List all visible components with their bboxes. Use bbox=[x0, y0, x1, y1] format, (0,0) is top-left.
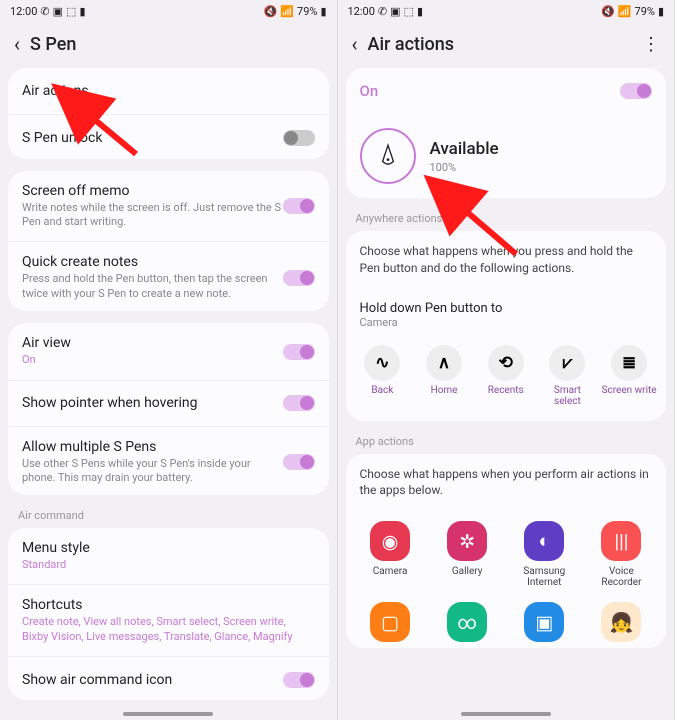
notif-icon: ⬚ bbox=[404, 5, 414, 18]
anywhere-description: Choose what happens when you press and h… bbox=[346, 231, 667, 289]
app-actions-description: Choose what happens when you perform air… bbox=[346, 454, 667, 512]
battery-pct-label: 100% bbox=[430, 161, 499, 174]
toggle-air-view[interactable] bbox=[283, 344, 315, 360]
app-icon: ∞ bbox=[447, 602, 487, 642]
row-air-view[interactable]: Air view On bbox=[8, 323, 329, 379]
back-gesture-icon: ∿ bbox=[364, 345, 400, 381]
status-bar: 12:00 ✆ ▣ ⬚ ▮ 🔇 📶 79% ▮ bbox=[0, 0, 337, 22]
mute-icon: 🔇 bbox=[264, 5, 278, 18]
toggle-show-pointer[interactable] bbox=[283, 395, 315, 411]
app-icon: 👧 bbox=[601, 602, 641, 642]
bar-icon: ▮ bbox=[417, 5, 423, 18]
action-back[interactable]: ∿Back bbox=[354, 345, 410, 407]
toggle-allow-multiple[interactable] bbox=[283, 454, 315, 470]
notif-icon: ⬚ bbox=[66, 5, 76, 18]
battery-icon: ▮ bbox=[320, 5, 326, 18]
toggle-spen-unlock[interactable] bbox=[283, 130, 315, 146]
row-air-actions[interactable]: Air actions bbox=[8, 68, 329, 114]
action-recents[interactable]: ⟲Recents bbox=[478, 345, 534, 407]
app-unknown-2[interactable]: ∞ bbox=[436, 602, 498, 642]
action-home[interactable]: ∧Home bbox=[416, 345, 472, 407]
app-icon: ▣ bbox=[524, 602, 564, 642]
row-allow-multiple[interactable]: Allow multiple S Pens Use other S Pens w… bbox=[8, 426, 329, 496]
app-unknown-1[interactable]: ▢ bbox=[359, 602, 421, 642]
battery-pct: 79% bbox=[635, 5, 655, 18]
section-anywhere-actions: Anywhere actions bbox=[338, 206, 675, 227]
app-gallery[interactable]: ✲Gallery bbox=[436, 521, 498, 588]
pen-status: Available 100% bbox=[346, 114, 667, 198]
mute-icon: 🔇 bbox=[601, 5, 615, 18]
back-button[interactable]: ‹ bbox=[352, 32, 358, 56]
row-show-air-cmd-icon[interactable]: Show air command icon bbox=[8, 656, 329, 700]
recents-gesture-icon: ⟲ bbox=[488, 345, 524, 381]
gallery-app-icon: ✲ bbox=[447, 521, 487, 561]
app-camera[interactable]: ◉Camera bbox=[359, 521, 421, 588]
row-spen-unlock[interactable]: S Pen unlock bbox=[8, 114, 329, 159]
whatsapp-icon: ✆ bbox=[40, 5, 49, 18]
battery-icon: ▮ bbox=[658, 5, 664, 18]
internet-app-icon: ◐ bbox=[524, 521, 564, 561]
signal-icon: 📶 bbox=[618, 5, 632, 18]
page-title: Air actions bbox=[368, 34, 632, 55]
toggle-screen-off-memo[interactable] bbox=[283, 198, 315, 214]
nav-bar-handle[interactable] bbox=[461, 712, 551, 716]
app-voice-recorder[interactable]: |||Voice Recorder bbox=[590, 521, 652, 588]
pen-icon bbox=[360, 128, 416, 184]
status-time: 12:00 bbox=[10, 5, 37, 18]
screen-air-actions: 12:00 ✆ ▣ ⬚ ▮ 🔇 📶 79% ▮ ‹ Air actions ⋮ … bbox=[338, 0, 675, 720]
image-icon: ▣ bbox=[390, 5, 400, 18]
screen-spen-settings: 12:00 ✆ ▣ ⬚ ▮ 🔇 📶 79% ▮ ‹ S Pen Air acti… bbox=[0, 0, 338, 720]
back-button[interactable]: ‹ bbox=[14, 32, 20, 56]
home-gesture-icon: ∧ bbox=[426, 345, 462, 381]
row-menu-style[interactable]: Menu style Standard bbox=[8, 528, 329, 584]
header: ‹ Air actions ⋮ bbox=[338, 22, 675, 64]
status-time: 12:00 bbox=[348, 5, 375, 18]
screenwrite-gesture-icon: ≣ bbox=[611, 345, 647, 381]
section-air-command: Air command bbox=[0, 503, 337, 524]
section-app-actions: App actions bbox=[338, 429, 675, 450]
app-samsung-internet[interactable]: ◐Samsung Internet bbox=[513, 521, 575, 588]
camera-app-icon: ◉ bbox=[370, 521, 410, 561]
more-button[interactable]: ⋮ bbox=[642, 34, 660, 55]
image-icon: ▣ bbox=[53, 5, 63, 18]
action-smart-select[interactable]: ⩗Smart select bbox=[539, 345, 595, 407]
battery-pct: 79% bbox=[297, 5, 317, 18]
status-bar: 12:00 ✆ ▣ ⬚ ▮ 🔇 📶 79% ▮ bbox=[338, 0, 675, 22]
hold-title: Hold down Pen button to bbox=[346, 289, 667, 316]
toggle-air-actions-master[interactable] bbox=[620, 83, 652, 99]
nav-bar-handle[interactable] bbox=[123, 712, 213, 716]
smartselect-gesture-icon: ⩗ bbox=[549, 345, 585, 381]
app-unknown-4[interactable]: 👧 bbox=[590, 602, 652, 642]
app-unknown-3[interactable]: ▣ bbox=[513, 602, 575, 642]
on-label: On bbox=[360, 82, 379, 100]
row-quick-create-notes[interactable]: Quick create notes Press and hold the Pe… bbox=[8, 241, 329, 311]
available-label: Available bbox=[430, 139, 499, 159]
whatsapp-icon: ✆ bbox=[378, 5, 387, 18]
recorder-app-icon: ||| bbox=[601, 521, 641, 561]
row-master-toggle[interactable]: On bbox=[346, 68, 667, 114]
page-title: S Pen bbox=[30, 34, 322, 55]
app-icon: ▢ bbox=[370, 602, 410, 642]
header: ‹ S Pen bbox=[0, 22, 337, 64]
hold-sub: Camera bbox=[346, 316, 667, 337]
bar-icon: ▮ bbox=[79, 5, 85, 18]
toggle-show-air-cmd[interactable] bbox=[283, 672, 315, 688]
row-shortcuts[interactable]: Shortcuts Create note, View all notes, S… bbox=[8, 584, 329, 656]
row-show-pointer[interactable]: Show pointer when hovering bbox=[8, 380, 329, 426]
action-screen-write[interactable]: ≣Screen write bbox=[601, 345, 657, 407]
signal-icon: 📶 bbox=[280, 5, 294, 18]
toggle-quick-create[interactable] bbox=[283, 270, 315, 286]
row-screen-off-memo[interactable]: Screen off memo Write notes while the sc… bbox=[8, 171, 329, 242]
